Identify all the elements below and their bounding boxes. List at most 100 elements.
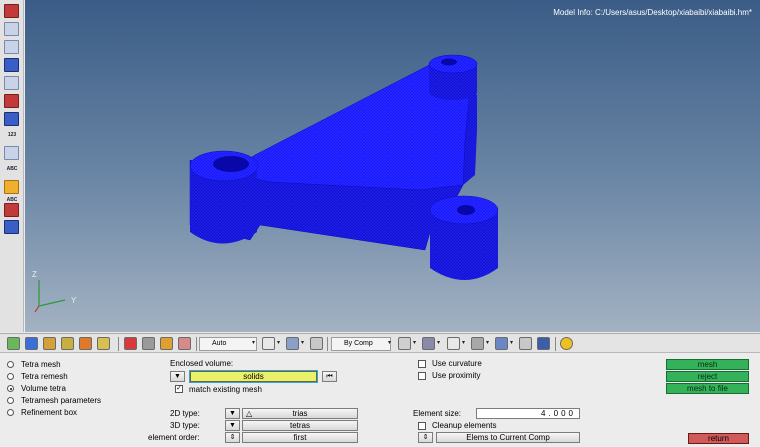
- component-tool-icon[interactable]: [4, 4, 19, 18]
- numbering-label: 123: [7, 132, 17, 138]
- radio-tetra-remesh[interactable]: Tetra remesh: [7, 371, 68, 382]
- mesh-button[interactable]: mesh: [666, 359, 749, 370]
- radio-button[interactable]: [7, 385, 14, 392]
- enclosed-volume-label: Enclosed volume:: [170, 359, 234, 368]
- use-proximity-checkbox[interactable]: [418, 372, 426, 380]
- reject-button[interactable]: reject: [666, 371, 749, 382]
- elems-comp-toggle[interactable]: ⇕: [418, 432, 433, 443]
- chevron-down-icon[interactable]: ▾: [301, 339, 304, 346]
- main-toolbar: Auto ▾ ▾ ▾ By Comp ▾ ▾ ▾ ▾ ▾ ▾: [0, 333, 760, 353]
- radio-button[interactable]: [7, 373, 14, 380]
- graphics-viewport[interactable]: Model Info: C:/Users/asus/Desktop/xiabai…: [25, 0, 760, 332]
- chevron-down-icon[interactable]: ▾: [486, 339, 489, 346]
- meshed-model[interactable]: [25, 0, 760, 332]
- chevron-down-icon[interactable]: ▾: [252, 339, 255, 346]
- return-button[interactable]: return: [688, 433, 749, 444]
- radio-volume-tetra[interactable]: Volume tetra: [7, 383, 66, 394]
- toolbar-separator: [118, 337, 119, 351]
- chevron-down-icon[interactable]: ▾: [510, 339, 513, 346]
- reverse-mask-icon[interactable]: [43, 337, 56, 350]
- color-by-select[interactable]: By Comp: [331, 337, 391, 351]
- type-3d-select[interactable]: tetras: [242, 420, 358, 431]
- toolbar-separator: [196, 337, 197, 351]
- mask-tool-icon[interactable]: [25, 337, 38, 350]
- split-tool-icon[interactable]: [178, 337, 191, 350]
- solids-selector[interactable]: solids: [189, 370, 318, 383]
- cube-view-icon[interactable]: [310, 337, 323, 350]
- type-2d-toggle[interactable]: ▼: [225, 408, 240, 419]
- chevron-down-icon[interactable]: ▾: [388, 339, 391, 346]
- isolate-tool-icon[interactable]: [97, 337, 110, 350]
- rename-icon[interactable]: [160, 337, 173, 350]
- section-view-icon[interactable]: [495, 337, 508, 350]
- axis-y-label: Y: [71, 296, 77, 305]
- delete-icon[interactable]: [124, 337, 137, 350]
- element-size-label: Element size:: [413, 409, 462, 418]
- type-3d-toggle[interactable]: ▼: [225, 420, 240, 431]
- element-size-field[interactable]: 4.000: [476, 408, 580, 419]
- radio-label: Tetramesh parameters: [21, 396, 102, 405]
- type-2d-select[interactable]: △ trias: [242, 408, 358, 419]
- chevron-down-icon[interactable]: ▾: [437, 339, 440, 346]
- tetramesh-panel: Tetra mesh Tetra remesh Volume tetra Tet…: [0, 354, 760, 447]
- view-rotate-icon[interactable]: [262, 337, 275, 350]
- reset-selection-icon[interactable]: ⏮: [322, 371, 337, 382]
- type-2d-label: 2D type:: [170, 409, 200, 418]
- radio-refinement-box[interactable]: Refinement box: [7, 407, 77, 418]
- shaded-mode-icon[interactable]: [4, 58, 19, 72]
- model-browser-icon[interactable]: [7, 337, 20, 350]
- type-2d-value: trias: [292, 409, 308, 418]
- element-display-icon[interactable]: [4, 94, 19, 108]
- cleanup-elements-checkbox[interactable]: [418, 422, 426, 430]
- wireframe-mode-icon[interactable]: [4, 76, 19, 90]
- organize-icon[interactable]: [142, 337, 155, 350]
- match-existing-mesh-label: match existing mesh: [189, 385, 262, 394]
- match-existing-mesh-checkbox[interactable]: ✓: [175, 385, 183, 393]
- radio-label: Refinement box: [21, 408, 78, 417]
- radio-tetramesh-parameters[interactable]: Tetramesh parameters: [7, 395, 101, 406]
- left-toolbar: 123 ABC ABC: [0, 0, 24, 332]
- chevron-down-icon[interactable]: ▾: [462, 339, 465, 346]
- view-tool-icon[interactable]: [4, 22, 19, 36]
- radio-label: Tetra mesh: [21, 360, 61, 369]
- mesh-to-file-button[interactable]: mesh to file: [666, 383, 749, 394]
- chevron-down-icon[interactable]: ▾: [413, 339, 416, 346]
- toolbar-separator: [555, 337, 556, 351]
- star-icon[interactable]: [560, 337, 573, 350]
- display-tool-icon[interactable]: [4, 40, 19, 54]
- view-pan-icon[interactable]: [286, 337, 299, 350]
- elems-to-current-comp-button[interactable]: Elems to Current Comp: [436, 432, 580, 443]
- radio-label: Volume tetra: [21, 384, 66, 393]
- find-tool-icon[interactable]: [61, 337, 74, 350]
- render-mode-select[interactable]: Auto: [199, 337, 257, 351]
- element-order-toggle[interactable]: ⇕: [225, 432, 240, 443]
- chevron-down-icon[interactable]: ▾: [277, 339, 280, 346]
- measure-tool-icon[interactable]: [4, 146, 19, 160]
- element-order-label: element order:: [148, 433, 200, 442]
- type-3d-label: 3D type:: [170, 421, 200, 430]
- entity-selector-toggle[interactable]: ▼: [170, 371, 185, 382]
- radio-button[interactable]: [7, 409, 14, 416]
- radio-label: Tetra remesh: [21, 372, 68, 381]
- element-order-select[interactable]: first: [242, 432, 358, 443]
- radio-tetra-mesh[interactable]: Tetra mesh: [7, 359, 61, 370]
- radio-button[interactable]: [7, 361, 14, 368]
- cleanup-elements-label: Cleanup elements: [432, 421, 497, 430]
- group-display-icon[interactable]: [4, 112, 19, 126]
- plane-tool-icon[interactable]: [471, 337, 484, 350]
- line-tool-icon[interactable]: [447, 337, 460, 350]
- toolbar-separator: [327, 337, 328, 351]
- clip-tool-icon[interactable]: [4, 203, 19, 217]
- triangle-icon: △: [246, 409, 253, 418]
- radio-button[interactable]: [7, 397, 14, 404]
- axis-z-label: Z: [32, 270, 37, 279]
- shaded-icon[interactable]: [422, 337, 435, 350]
- active-tool-icon[interactable]: [4, 180, 19, 194]
- transparency-icon[interactable]: [519, 337, 532, 350]
- section-tool-icon[interactable]: [4, 220, 19, 234]
- use-curvature-checkbox[interactable]: [418, 360, 426, 368]
- find-attached-icon[interactable]: [79, 337, 92, 350]
- annotation-label: ABC: [6, 166, 18, 172]
- wireframe-icon[interactable]: [398, 337, 411, 350]
- monitor-icon[interactable]: [537, 337, 550, 350]
